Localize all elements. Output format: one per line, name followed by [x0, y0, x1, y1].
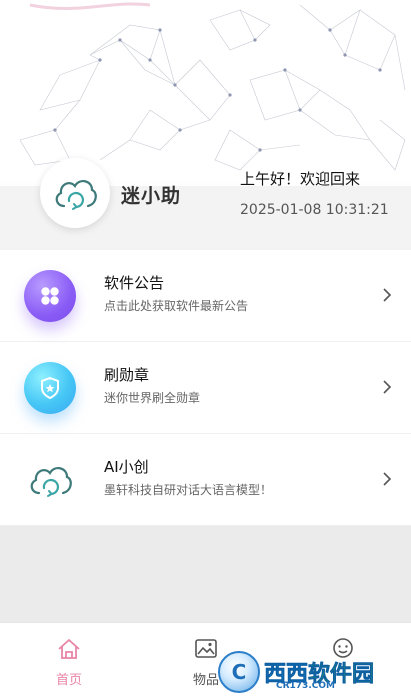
cloud-refresh-icon — [30, 467, 72, 497]
menu-item-announcement[interactable]: 软件公告 点击此处获取软件最新公告 — [0, 250, 411, 342]
shield-star-icon — [41, 376, 59, 400]
clover-icon — [41, 287, 59, 305]
datetime-text: 2025-01-08 10:31:21 — [240, 202, 389, 218]
chevron-right-icon — [383, 380, 392, 394]
ai-icon-badge — [24, 454, 76, 506]
menu-item-ai[interactable]: AI小创 墨轩科技自研对话大语言模型！ — [0, 434, 411, 526]
menu-item-subtitle: 迷你世界刷全勋章 — [104, 391, 201, 405]
avatar[interactable] — [40, 158, 110, 228]
announcement-icon-badge — [24, 270, 76, 322]
chevron-right-icon — [383, 472, 392, 486]
greeting-text: 上午好！欢迎回来 — [240, 170, 361, 188]
menu-list: 软件公告 点击此处获取软件最新公告 刷勋章 迷你世界刷全勋章 AI小创 墨轩科技… — [0, 250, 411, 526]
tab-label: 首页 — [55, 673, 82, 688]
menu-item-title: AI小创 — [104, 458, 149, 476]
image-icon — [195, 639, 217, 658]
chevron-right-icon — [383, 288, 392, 302]
tab-home[interactable]: 首页 — [39, 637, 99, 688]
medals-icon-badge — [24, 362, 76, 414]
menu-item-subtitle: 墨轩科技自研对话大语言模型！ — [104, 483, 273, 497]
content-spacer — [0, 526, 411, 622]
menu-item-title: 刷勋章 — [104, 366, 150, 384]
menu-item-medals[interactable]: 刷勋章 迷你世界刷全勋章 — [0, 342, 411, 434]
watermark: C 西西软件园 CR173.COM — [218, 650, 408, 694]
cloud-refresh-icon — [55, 180, 97, 210]
app-name: 迷小助 — [121, 185, 182, 207]
menu-item-title: 软件公告 — [104, 274, 165, 292]
menu-item-subtitle: 点击此处获取软件最新公告 — [104, 299, 249, 313]
watermark-url: CR173.COM — [276, 681, 335, 691]
home-icon — [58, 639, 80, 659]
watermark-logo: C — [218, 651, 260, 693]
